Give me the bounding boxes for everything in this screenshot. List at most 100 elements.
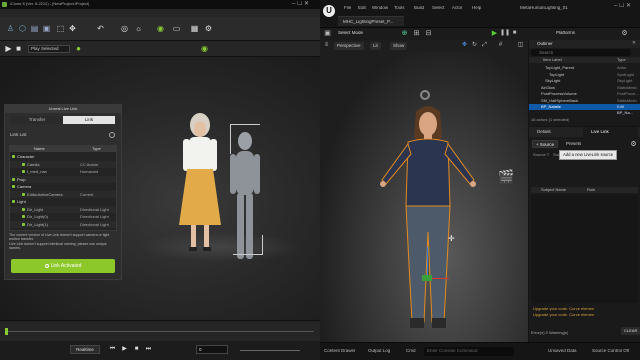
settings-ue-icon[interactable]: ⚙ [620, 29, 629, 38]
camera-icon[interactable]: ◎ [120, 24, 129, 33]
speed-slider[interactable] [240, 350, 300, 351]
presets-button[interactable]: Presets [563, 140, 584, 148]
undo-icon[interactable]: ↶ [96, 24, 105, 33]
link-list-row[interactable]: Light [10, 198, 116, 205]
cmd-button[interactable]: Cmd [406, 349, 416, 354]
live-link-settings-icon[interactable]: ⚙ [629, 140, 638, 149]
light-icon[interactable]: ☼ [134, 24, 143, 33]
select-icon[interactable]: ⬚ [56, 24, 65, 33]
menu-edit-ue[interactable]: Edit [358, 6, 366, 11]
add-source-button[interactable]: + Source [532, 140, 559, 148]
light-gizmo-icon[interactable] [420, 90, 430, 100]
grid-icon[interactable]: ▦ [190, 24, 199, 33]
prev-key-icon[interactable]: ⏮ [108, 345, 117, 354]
link-list-row[interactable]: Dir_Light(0) Directional Light [10, 213, 116, 220]
content-drawer-button[interactable]: Content Drawer [324, 349, 356, 354]
outliner-row[interactable]: TopLight_Parent Actor [529, 65, 640, 71]
screen-icon[interactable]: ▭ [172, 24, 181, 33]
link-activated-button[interactable]: Link Activated [11, 259, 115, 273]
timeline[interactable] [0, 320, 320, 341]
outliner-row[interactable]: SM_HalfSphereBack StaticMesh [529, 98, 640, 104]
menu-tools-ue[interactable]: Tools [394, 6, 405, 11]
outliner-search[interactable]: Search [531, 49, 631, 56]
unreal-viewport[interactable]: 🎬 ✛ [320, 52, 528, 342]
menu-window-ue[interactable]: Window [372, 6, 388, 11]
character-camila[interactable] [170, 107, 230, 257]
perspective-button[interactable]: Perspective [334, 42, 364, 50]
lit-button[interactable]: Lit [370, 42, 381, 50]
outliner-row[interactable]: PostProcessVolume PostProce... [529, 91, 640, 97]
outliner-row[interactable]: BP_Natalie Edit BP_Na... [529, 104, 640, 115]
tab-link[interactable]: Link [63, 116, 115, 124]
character-natalie[interactable] [378, 102, 478, 334]
frame-field[interactable]: 0 [196, 345, 228, 354]
link-list-row[interactable]: EditorActiveCamera Current [10, 190, 116, 198]
refresh-icon[interactable] [109, 132, 115, 138]
play-icon[interactable]: ▶ [4, 44, 13, 53]
link-list-row[interactable]: Character [10, 153, 116, 160]
pause-ue-icon[interactable]: ❚❚ [500, 29, 510, 38]
link-list-row[interactable]: Camila CC Avatar [10, 160, 116, 168]
character-icon[interactable]: ♙ [6, 24, 15, 33]
gizmo-y-axis[interactable] [422, 275, 432, 281]
grid-snap-icon[interactable]: # [496, 41, 505, 50]
viewport-menu-icon[interactable]: ≡ [322, 41, 331, 50]
stop-icon[interactable]: ■ [14, 44, 23, 53]
select-mode-button[interactable]: Select Mode [338, 31, 363, 36]
next-key-icon[interactable]: ⏭ [144, 345, 153, 354]
menu-file-ue[interactable]: File [344, 6, 351, 11]
close-outliner-icon[interactable]: ✕ [632, 41, 636, 46]
timeline-playhead[interactable] [5, 328, 8, 335]
timeline-track[interactable] [6, 331, 314, 332]
settings-icon[interactable]: ⚙ [204, 24, 213, 33]
outliner-row[interactable]: TopLight SpotLight [529, 72, 640, 78]
render-icon[interactable]: ◉ [156, 24, 165, 33]
show-button[interactable]: Show [390, 42, 408, 50]
output-log-button[interactable]: Output Log [368, 349, 390, 354]
link-list-row[interactable]: Dir_Light Directional Light [10, 205, 116, 213]
play-ue-icon[interactable]: ▶ [490, 29, 499, 38]
console-input[interactable]: Enter Console Command [424, 347, 514, 356]
play-button-icon[interactable]: ▶ [120, 345, 129, 354]
open-icon[interactable]: ▤ [30, 24, 39, 33]
unsaved-data[interactable]: Unsaved Data [548, 349, 577, 354]
blueprint-icon[interactable]: ⊞ [412, 29, 421, 38]
link-list-row[interactable]: Prop [10, 175, 116, 183]
ue-window-controls-icon[interactable]: – ☐ ✕ [614, 3, 631, 9]
sequencer-icon[interactable]: ⊟ [424, 29, 433, 38]
level-tab[interactable]: MHC_LightingPreset_P... [338, 16, 404, 26]
rotate-icon[interactable]: ↻ [470, 41, 479, 50]
outliner-row-name: PostProcessVolume [541, 91, 577, 96]
link-list-row[interactable]: Dir_Light(1) Directional Light [10, 220, 116, 228]
tab-transfer[interactable]: Transfer [11, 116, 63, 124]
add-icon[interactable]: ⊕ [400, 29, 409, 38]
menu-actor-ue[interactable]: Actor [452, 6, 463, 11]
outliner-row[interactable]: AirGlow StaticMesh [529, 85, 640, 91]
realtime-select[interactable]: Realtime [70, 345, 100, 354]
tab-live-link[interactable]: Live Link [583, 127, 638, 137]
save-icon[interactable]: ▣ [42, 24, 51, 33]
save-all-icon[interactable]: ▣ [323, 29, 332, 38]
auto-key-icon[interactable]: ● [74, 44, 83, 53]
link-list-row[interactable]: f_med_nrw Humanoid [10, 168, 116, 175]
source-control[interactable]: Source Control Off [592, 349, 629, 354]
sequencer-actor-icon[interactable]: 🎬 [498, 169, 514, 185]
outliner-row[interactable]: SkyLight SkyLight [529, 78, 640, 84]
stop-button-icon[interactable]: ■ [132, 345, 141, 354]
translate-icon[interactable]: ✥ [460, 41, 469, 50]
window-controls-icon[interactable]: – ☐ ✕ [292, 1, 309, 7]
record-icon[interactable]: ◉ [200, 44, 209, 53]
camera-speed-icon[interactable]: ◫ [516, 41, 525, 50]
menu-build-ue[interactable]: Build [414, 6, 424, 11]
prop-icon[interactable]: ⬡ [18, 24, 27, 33]
tab-details[interactable]: Details [537, 130, 551, 135]
menu-help-ue[interactable]: Help [472, 6, 481, 11]
clear-button[interactable]: CLEAR [621, 327, 640, 335]
move-icon[interactable]: ✥ [68, 24, 77, 33]
scale-icon[interactable]: ⤢ [480, 41, 489, 50]
play-mode-select[interactable]: Play Selected [28, 45, 70, 53]
platforms-button[interactable]: Platforms [556, 31, 575, 36]
stop-ue-icon[interactable]: ■ [510, 29, 519, 38]
menu-select-ue[interactable]: Select [432, 6, 445, 11]
link-list-row[interactable]: Camera [10, 183, 116, 190]
